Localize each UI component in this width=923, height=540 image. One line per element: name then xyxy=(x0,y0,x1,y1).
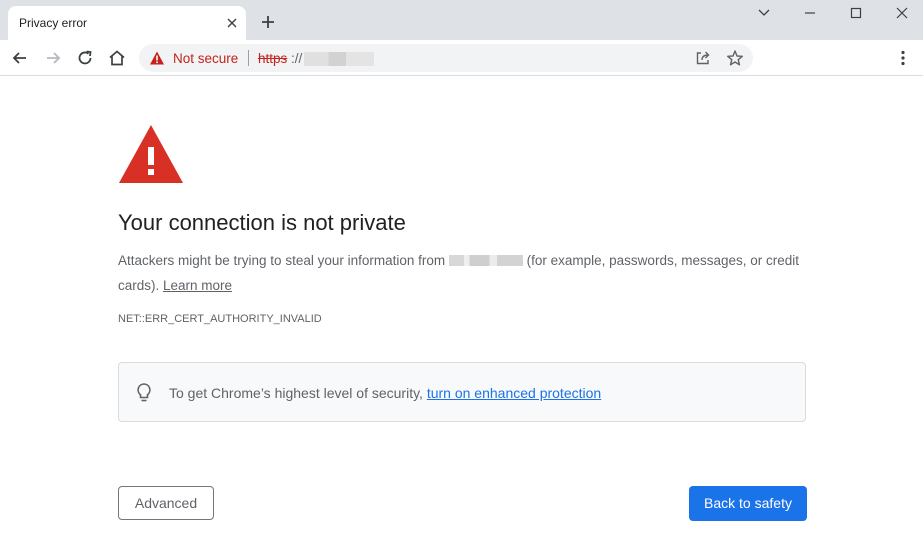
minimize-icon[interactable] xyxy=(801,4,819,22)
maximize-icon[interactable] xyxy=(847,4,865,22)
omnibox-divider xyxy=(248,50,249,66)
explanation-text-start: Attackers might be trying to steal your … xyxy=(118,253,449,268)
enhanced-protection-prefix: To get Chrome’s highest level of securit… xyxy=(169,385,427,401)
url-host-redacted xyxy=(304,52,374,66)
new-tab-icon[interactable] xyxy=(259,13,277,31)
close-tab-icon[interactable] xyxy=(224,15,240,31)
learn-more-link[interactable]: Learn more xyxy=(163,278,232,293)
home-icon[interactable] xyxy=(107,48,127,68)
reload-icon[interactable] xyxy=(75,48,95,68)
bookmark-star-icon[interactable] xyxy=(726,49,744,67)
tab-strip: Privacy error xyxy=(0,0,923,40)
url-scheme: https xyxy=(258,51,288,66)
not-secure-label[interactable]: Not secure xyxy=(173,51,238,66)
warning-triangle-icon[interactable] xyxy=(149,50,165,66)
more-menu-icon[interactable] xyxy=(894,49,912,67)
address-bar[interactable]: Not secure https :// xyxy=(139,44,753,72)
tab-title: Privacy error xyxy=(19,16,88,30)
enhanced-protection-text: To get Chrome’s highest level of securit… xyxy=(169,385,601,401)
warning-triangle-icon xyxy=(119,125,183,183)
host-redacted xyxy=(448,255,523,266)
tab-privacy-error[interactable]: Privacy error xyxy=(8,6,246,40)
page-title: Your connection is not private xyxy=(118,210,406,235)
forward-arrow-icon[interactable] xyxy=(43,48,63,68)
advanced-button[interactable]: Advanced xyxy=(118,486,214,520)
close-window-icon[interactable] xyxy=(893,4,911,22)
privacy-explanation: Attackers might be trying to steal your … xyxy=(118,248,808,298)
enhanced-protection-promo: To get Chrome’s highest level of securit… xyxy=(118,362,806,422)
share-icon[interactable] xyxy=(694,49,712,67)
back-to-safety-button[interactable]: Back to safety xyxy=(689,486,807,521)
browser-toolbar: Not secure https :// xyxy=(0,40,923,76)
enhanced-protection-link[interactable]: turn on enhanced protection xyxy=(427,385,601,401)
tab-search-chevron-icon[interactable] xyxy=(755,4,773,22)
lightbulb-icon xyxy=(137,383,151,402)
error-code: NET::ERR_CERT_AUTHORITY_INVALID xyxy=(118,313,322,325)
back-arrow-icon[interactable] xyxy=(10,48,30,68)
url-separator: :// xyxy=(291,51,303,66)
